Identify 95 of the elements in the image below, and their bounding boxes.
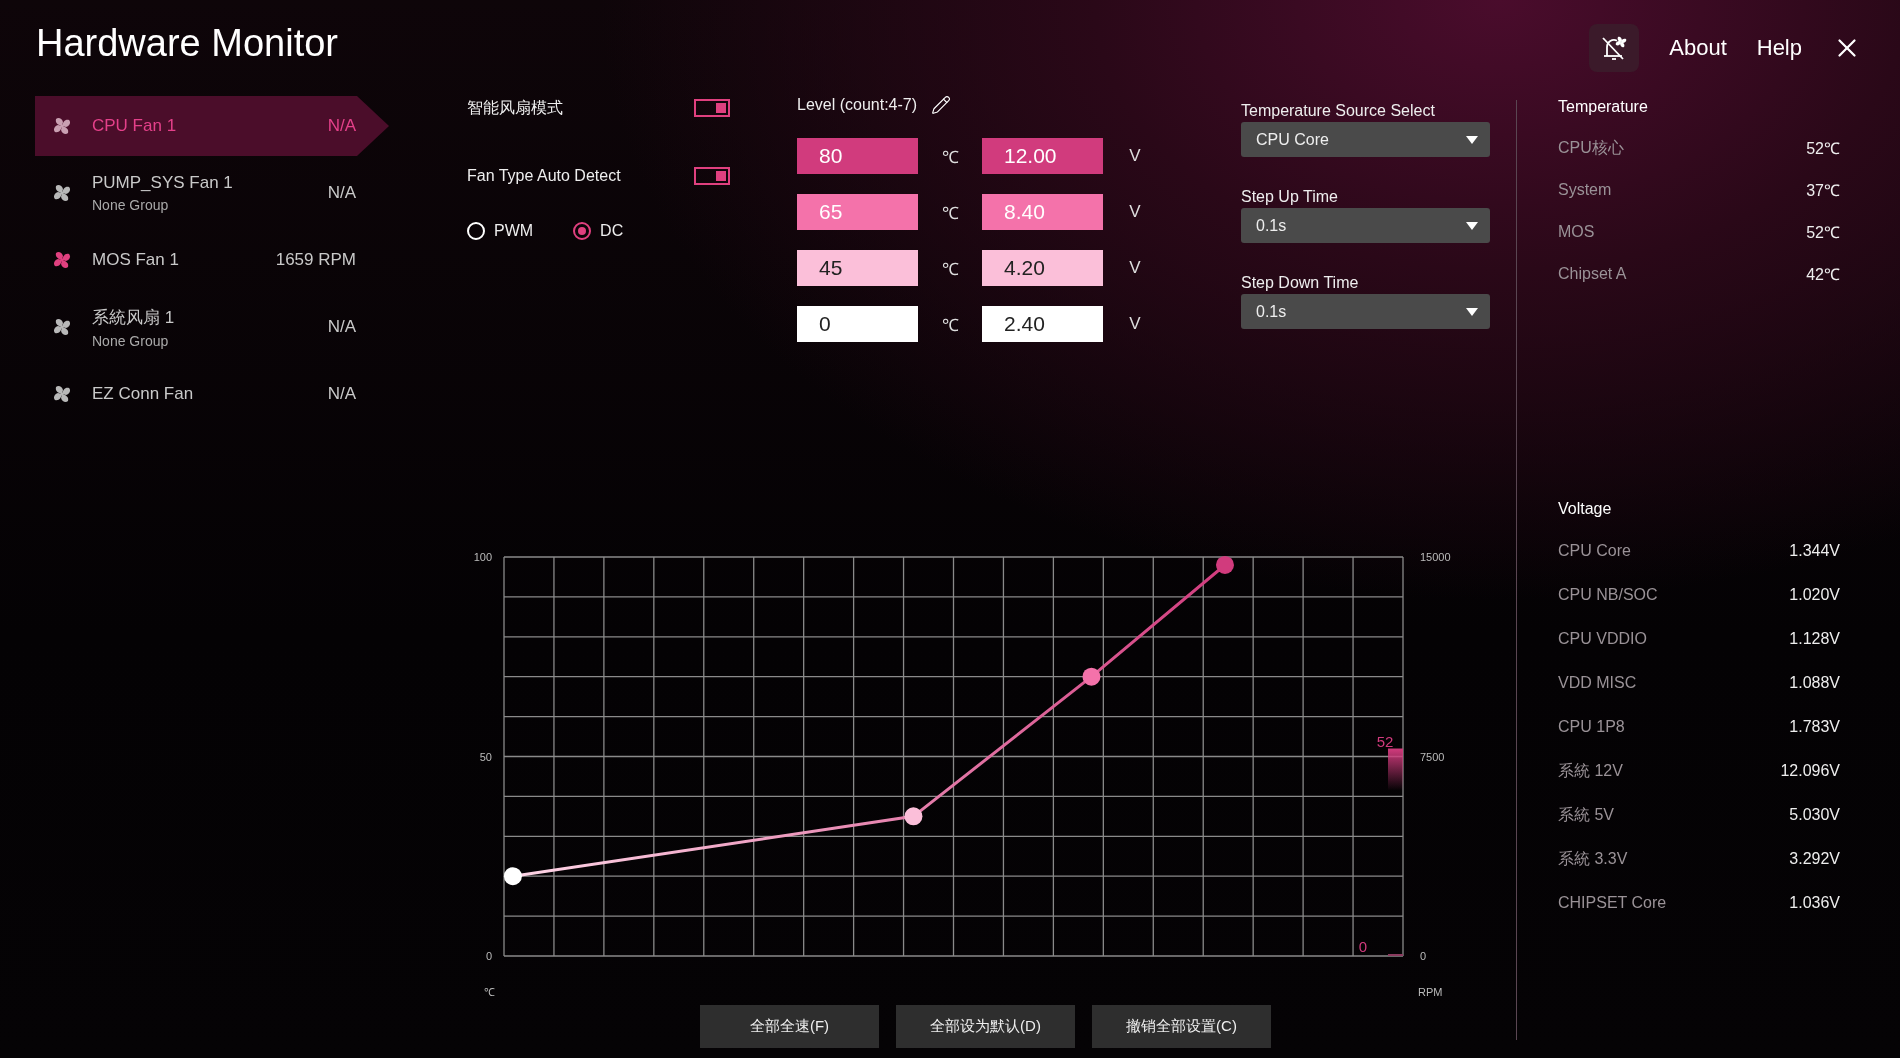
fan-list-item[interactable]: 系統风扇 1 None Group N/A (35, 297, 389, 357)
toggle-label: Fan Type Auto Detect (467, 167, 621, 185)
sensor-name: MOS (1558, 223, 1595, 241)
action-button[interactable]: 全部设为默认(D) (896, 1005, 1075, 1048)
sensor-value: 1.128V (1789, 630, 1840, 648)
setting-label: Step Up Time (1241, 187, 1339, 207)
fan-name: CPU Fan 1 (92, 116, 178, 136)
sensor-value: 1.088V (1789, 674, 1840, 692)
sensor-value: 5.030V (1789, 806, 1840, 824)
sensor-name: 系統 3.3V (1558, 848, 1628, 869)
rpm-indicator-bar (1388, 954, 1403, 956)
section-heading: Voltage (1558, 499, 1613, 519)
fan-list-item[interactable]: EZ Conn Fan N/A (35, 364, 389, 424)
fan-name: 系統风扇 1 (92, 306, 176, 329)
sensor-value: 42℃ (1806, 265, 1840, 285)
sensor-value: 3.292V (1789, 850, 1840, 868)
sensor-name: CPU NB/SOC (1558, 586, 1658, 604)
fan-reading: N/A (327, 317, 356, 337)
sensor-value: 1.344V (1789, 542, 1840, 560)
unit-label: ℃ (940, 314, 960, 336)
sensor-value: 52℃ (1806, 223, 1840, 243)
fan-list-item[interactable]: CPU Fan 1 N/A (35, 96, 389, 156)
radio-label: DC (600, 222, 624, 240)
unit-label: V (1128, 314, 1142, 334)
level-header: Level (count:4-7) (797, 96, 918, 114)
unit-label: V (1128, 258, 1142, 278)
temperature-field[interactable]: 0 (797, 306, 918, 342)
axis-unit-label: RPM (1418, 986, 1443, 998)
axis-tick-label: 0 (485, 950, 492, 962)
caret-icon (1466, 307, 1478, 316)
sensor-name: CPU 1P8 (1558, 718, 1625, 736)
caret-icon (1466, 135, 1478, 144)
fan-reading: N/A (327, 384, 356, 404)
voltage-field[interactable]: 12.00 (982, 138, 1103, 174)
app-title: Hardware Monitor (36, 22, 338, 65)
toggle-switch[interactable] (694, 167, 730, 185)
fan-reading: N/A (327, 116, 356, 136)
edit-icon[interactable] (931, 95, 952, 115)
radio-button[interactable] (573, 222, 592, 240)
sensor-value: 37℃ (1806, 181, 1840, 201)
sensor-value: 52℃ (1806, 139, 1840, 159)
axis-unit-label: ℃ (484, 986, 495, 998)
sensor-value: 1.783V (1789, 718, 1840, 736)
fan-list-item[interactable]: PUMP_SYS Fan 1 None Group N/A (35, 163, 389, 223)
sensor-name: CHIPSET Core (1558, 894, 1667, 912)
radio-label: PWM (494, 222, 534, 240)
toggle-label: 智能风扇模式 (467, 97, 563, 118)
fan-reading: 1659 RPM (275, 250, 356, 270)
fan-group: None Group (92, 332, 308, 349)
unit-label: V (1128, 202, 1142, 222)
axis-tick-label: 7500 (1420, 750, 1445, 763)
dropdown[interactable]: 0.1s (1241, 208, 1490, 243)
fan-list-item[interactable]: MOS Fan 1 1659 RPM (35, 230, 389, 290)
sensor-name: 系統 5V (1558, 804, 1614, 825)
action-button[interactable]: 全部全速(F) (700, 1005, 879, 1048)
fan-name: PUMP_SYS Fan 1 (92, 173, 234, 193)
sensor-name: CPU Core (1558, 542, 1631, 560)
top-link[interactable]: Help (1756, 35, 1802, 61)
sensor-name: CPU VDDIO (1558, 630, 1647, 648)
sensor-name: Chipset A (1558, 265, 1627, 283)
voltage-field[interactable]: 4.20 (982, 250, 1103, 286)
top-link[interactable]: About (1669, 35, 1727, 61)
rpm-reading: 0 (1358, 938, 1368, 955)
caret-icon (1466, 221, 1478, 230)
sensor-name: CPU核心 (1558, 137, 1624, 158)
sensor-name: 系統 12V (1558, 760, 1623, 781)
sensor-value: 12.096V (1780, 762, 1840, 780)
fan-name: EZ Conn Fan (92, 384, 195, 404)
sensor-value: 1.020V (1789, 586, 1840, 604)
section-heading: Temperature (1558, 97, 1649, 117)
dropdown[interactable]: 0.1s (1241, 294, 1490, 329)
unit-label: ℃ (940, 202, 960, 224)
temperature-reading: 52 (1376, 732, 1394, 750)
temperature-field[interactable]: 80 (797, 138, 918, 174)
unit-label: V (1128, 146, 1142, 166)
unit-label: ℃ (940, 258, 960, 280)
setting-label: Step Down Time (1241, 273, 1360, 293)
temperature-field[interactable]: 45 (797, 250, 918, 286)
axis-tick-label: 15000 (1420, 551, 1451, 563)
fan-alarm-off-button[interactable] (1589, 24, 1640, 72)
voltage-field[interactable]: 2.40 (982, 306, 1103, 342)
toggle-switch[interactable] (694, 99, 730, 117)
axis-tick-label: 50 (479, 750, 492, 763)
sensor-name: VDD MISC (1558, 674, 1637, 692)
fan-name: MOS Fan 1 (92, 250, 180, 270)
setting-label: Temperature Source Select (1241, 101, 1436, 121)
axis-tick-label: 100 (473, 551, 492, 563)
axis-tick-label: 0 (1420, 950, 1427, 962)
fan-reading: N/A (327, 183, 356, 203)
sensor-value: 1.036V (1789, 894, 1840, 912)
sensor-name: System (1558, 181, 1612, 199)
fan-group: None Group (92, 197, 308, 213)
unit-label: ℃ (940, 146, 960, 168)
action-button[interactable]: 撤销全部设置(C) (1092, 1005, 1271, 1048)
dropdown[interactable]: CPU Core (1241, 122, 1490, 157)
